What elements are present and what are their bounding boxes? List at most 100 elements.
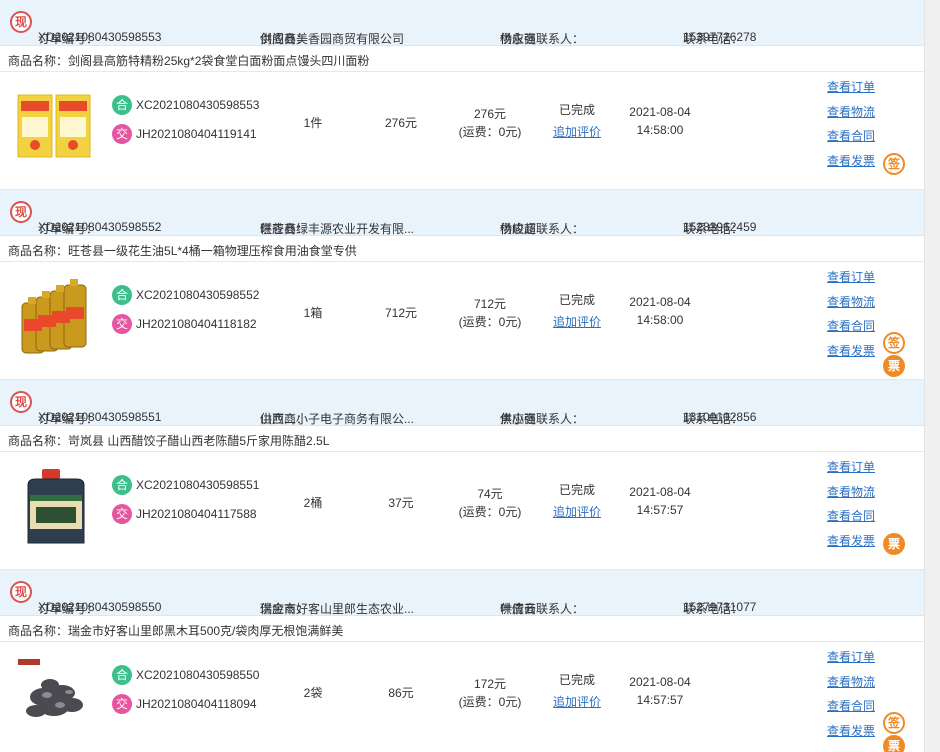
contract-number: 合 XC2021080430598552 bbox=[112, 285, 259, 305]
freight: (运费：0元) bbox=[458, 315, 522, 329]
view-contract-link[interactable]: 查看合同 bbox=[827, 699, 887, 724]
order-date: 2021-08-04 bbox=[629, 295, 691, 309]
add-review-link[interactable]: 追加评价 bbox=[547, 503, 607, 520]
order-header: 现 订单编号： XD2021080430598550 供应商： 瑞金市好客山里郎生态… bbox=[0, 570, 924, 616]
order-card: 现 订单编号： XD2021080430598553 供应商： 剑阁县美香园商贸有限… bbox=[0, 0, 924, 190]
order-time: 14:58:00 bbox=[636, 313, 684, 327]
view-order-link[interactable]: 查看订单 bbox=[827, 650, 887, 675]
view-logistics-link[interactable]: 查看物流 bbox=[827, 105, 887, 130]
order-body: 合 XC2021080430598551 交 JH2021080404117588 … bbox=[0, 452, 924, 570]
contract-icon: 合 bbox=[112, 665, 132, 685]
unit-price: 37元 bbox=[388, 496, 414, 510]
freight: (运费：0元) bbox=[458, 125, 522, 139]
view-contract-link[interactable]: 查看合同 bbox=[827, 509, 887, 534]
quantity: 2桶 bbox=[303, 496, 323, 510]
spot-badge: 现 bbox=[10, 391, 32, 413]
oil-bottles-icon bbox=[21, 279, 87, 354]
contract-icon: 合 bbox=[112, 475, 132, 495]
order-card: 现 订单编号： XD2021080430598552 供应商： 旺苍县绿丰源农业开发… bbox=[0, 190, 924, 380]
product-name: 商品名称：瑞金市好客山里郎黑木耳500克/袋肉厚无根饱满鲜美 bbox=[0, 616, 924, 642]
order-status: 已完成 bbox=[558, 483, 595, 497]
view-order-link[interactable]: 查看订单 bbox=[827, 460, 887, 485]
freight: (运费：0元) bbox=[458, 695, 522, 709]
deal-icon: 交 bbox=[112, 314, 132, 334]
view-invoice-link[interactable]: 查看发票 bbox=[827, 344, 887, 369]
view-contract-link[interactable]: 查看合同 bbox=[827, 319, 887, 344]
add-review-link[interactable]: 追加评价 bbox=[547, 313, 607, 330]
product-name: 商品名称：岢岚县 山西醋饺子醋山西老陈醋5斤家用陈醋2.5L bbox=[0, 426, 924, 452]
quantity: 1箱 bbox=[303, 306, 323, 320]
vertical-scrollbar[interactable] bbox=[924, 0, 940, 752]
order-date: 2021-08-04 bbox=[629, 105, 691, 119]
unit-price: 86元 bbox=[388, 686, 414, 700]
order-date: 2021-08-04 bbox=[629, 485, 691, 499]
quantity: 1件 bbox=[303, 116, 323, 130]
order-status: 已完成 bbox=[558, 673, 595, 687]
view-order-link[interactable]: 查看订单 bbox=[827, 80, 887, 105]
add-review-link[interactable]: 追加评价 bbox=[547, 693, 607, 710]
deal-icon: 交 bbox=[112, 124, 132, 144]
order-card: 现 订单编号： XD2021080430598551 供应商： 山西二小子电子商务有… bbox=[0, 380, 924, 570]
total-price: 172元 bbox=[473, 677, 507, 691]
order-time: 14:57:57 bbox=[636, 503, 684, 517]
order-date: 2021-08-04 bbox=[629, 675, 691, 689]
contract-number: 合 XC2021080430598551 bbox=[112, 475, 259, 495]
total-price: 74元 bbox=[477, 487, 503, 501]
order-time: 14:58:00 bbox=[636, 123, 684, 137]
product-image[interactable] bbox=[14, 85, 96, 169]
spot-badge: 现 bbox=[10, 201, 32, 223]
total-price: 712元 bbox=[473, 297, 507, 311]
view-order-link[interactable]: 查看订单 bbox=[827, 270, 887, 295]
view-logistics-link[interactable]: 查看物流 bbox=[827, 485, 887, 510]
view-invoice-link[interactable]: 查看发票 bbox=[827, 724, 887, 749]
order-status: 已完成 bbox=[558, 103, 595, 117]
vinegar-jug-icon bbox=[27, 469, 85, 544]
product-name: 商品名称：剑阁县高筋特精粉25kg*2袋食堂白面粉面点馒头四川面粉 bbox=[0, 46, 924, 72]
view-invoice-link[interactable]: 查看发票 bbox=[827, 534, 887, 559]
unit-price: 276元 bbox=[384, 116, 418, 130]
invoice-badge[interactable]: 票 bbox=[883, 735, 905, 752]
order-time: 14:57:57 bbox=[636, 693, 684, 707]
order-actions: 查看订单 查看物流 查看合同 查看发票 bbox=[827, 80, 887, 178]
deal-icon: 交 bbox=[112, 694, 132, 714]
freight: (运费：0元) bbox=[458, 505, 522, 519]
deal-number: 交 JH2021080404118182 bbox=[112, 314, 257, 334]
contract-icon: 合 bbox=[112, 95, 132, 115]
sign-badge[interactable]: 签 bbox=[883, 332, 905, 354]
order-list: 现 订单编号： XD2021080430598553 供应商： 剑阁县美香园商贸有限… bbox=[0, 0, 924, 752]
order-header: 现 订单编号： XD2021080430598553 供应商： 剑阁县美香园商贸有限… bbox=[0, 0, 924, 46]
view-logistics-link[interactable]: 查看物流 bbox=[827, 675, 887, 700]
order-header: 现 订单编号： XD2021080430598551 供应商： 山西二小子电子商务有… bbox=[0, 380, 924, 426]
sign-badge[interactable]: 签 bbox=[883, 712, 905, 734]
deal-number: 交 JH2021080404119141 bbox=[112, 124, 257, 144]
order-header: 现 订单编号： XD2021080430598552 供应商： 旺苍县绿丰源农业开发… bbox=[0, 190, 924, 236]
spot-badge: 现 bbox=[10, 11, 32, 33]
unit-price: 712元 bbox=[384, 306, 418, 320]
order-body: 合 XC2021080430598550 交 JH2021080404118094 … bbox=[0, 642, 924, 752]
product-name: 商品名称：旺苍县一级花生油5L*4桶一箱物理压榨食用油食堂专供 bbox=[0, 236, 924, 262]
quantity: 2袋 bbox=[303, 686, 323, 700]
order-actions: 查看订单 查看物流 查看合同 查看发票 bbox=[827, 460, 887, 558]
spot-badge: 现 bbox=[10, 581, 32, 603]
product-image[interactable] bbox=[14, 275, 96, 359]
invoice-badge[interactable]: 票 bbox=[883, 533, 905, 555]
black-fungus-icon bbox=[18, 659, 83, 717]
product-image[interactable] bbox=[14, 655, 96, 739]
view-contract-link[interactable]: 查看合同 bbox=[827, 129, 887, 154]
deal-number: 交 JH2021080404118094 bbox=[112, 694, 257, 714]
contract-icon: 合 bbox=[112, 285, 132, 305]
flour-bag-icon bbox=[17, 94, 91, 158]
order-card: 现 订单编号： XD2021080430598550 供应商： 瑞金市好客山里郎生态… bbox=[0, 570, 924, 752]
view-invoice-link[interactable]: 查看发票 bbox=[827, 154, 887, 179]
total-price: 276元 bbox=[473, 107, 507, 121]
contract-number: 合 XC2021080430598550 bbox=[112, 665, 259, 685]
order-status: 已完成 bbox=[558, 293, 595, 307]
product-image[interactable] bbox=[14, 465, 96, 549]
invoice-badge[interactable]: 票 bbox=[883, 355, 905, 377]
order-actions: 查看订单 查看物流 查看合同 查看发票 bbox=[827, 270, 887, 368]
order-actions: 查看订单 查看物流 查看合同 查看发票 bbox=[827, 650, 887, 748]
add-review-link[interactable]: 追加评价 bbox=[547, 123, 607, 140]
deal-number: 交 JH2021080404117588 bbox=[112, 504, 257, 524]
view-logistics-link[interactable]: 查看物流 bbox=[827, 295, 887, 320]
sign-badge[interactable]: 签 bbox=[883, 153, 905, 175]
